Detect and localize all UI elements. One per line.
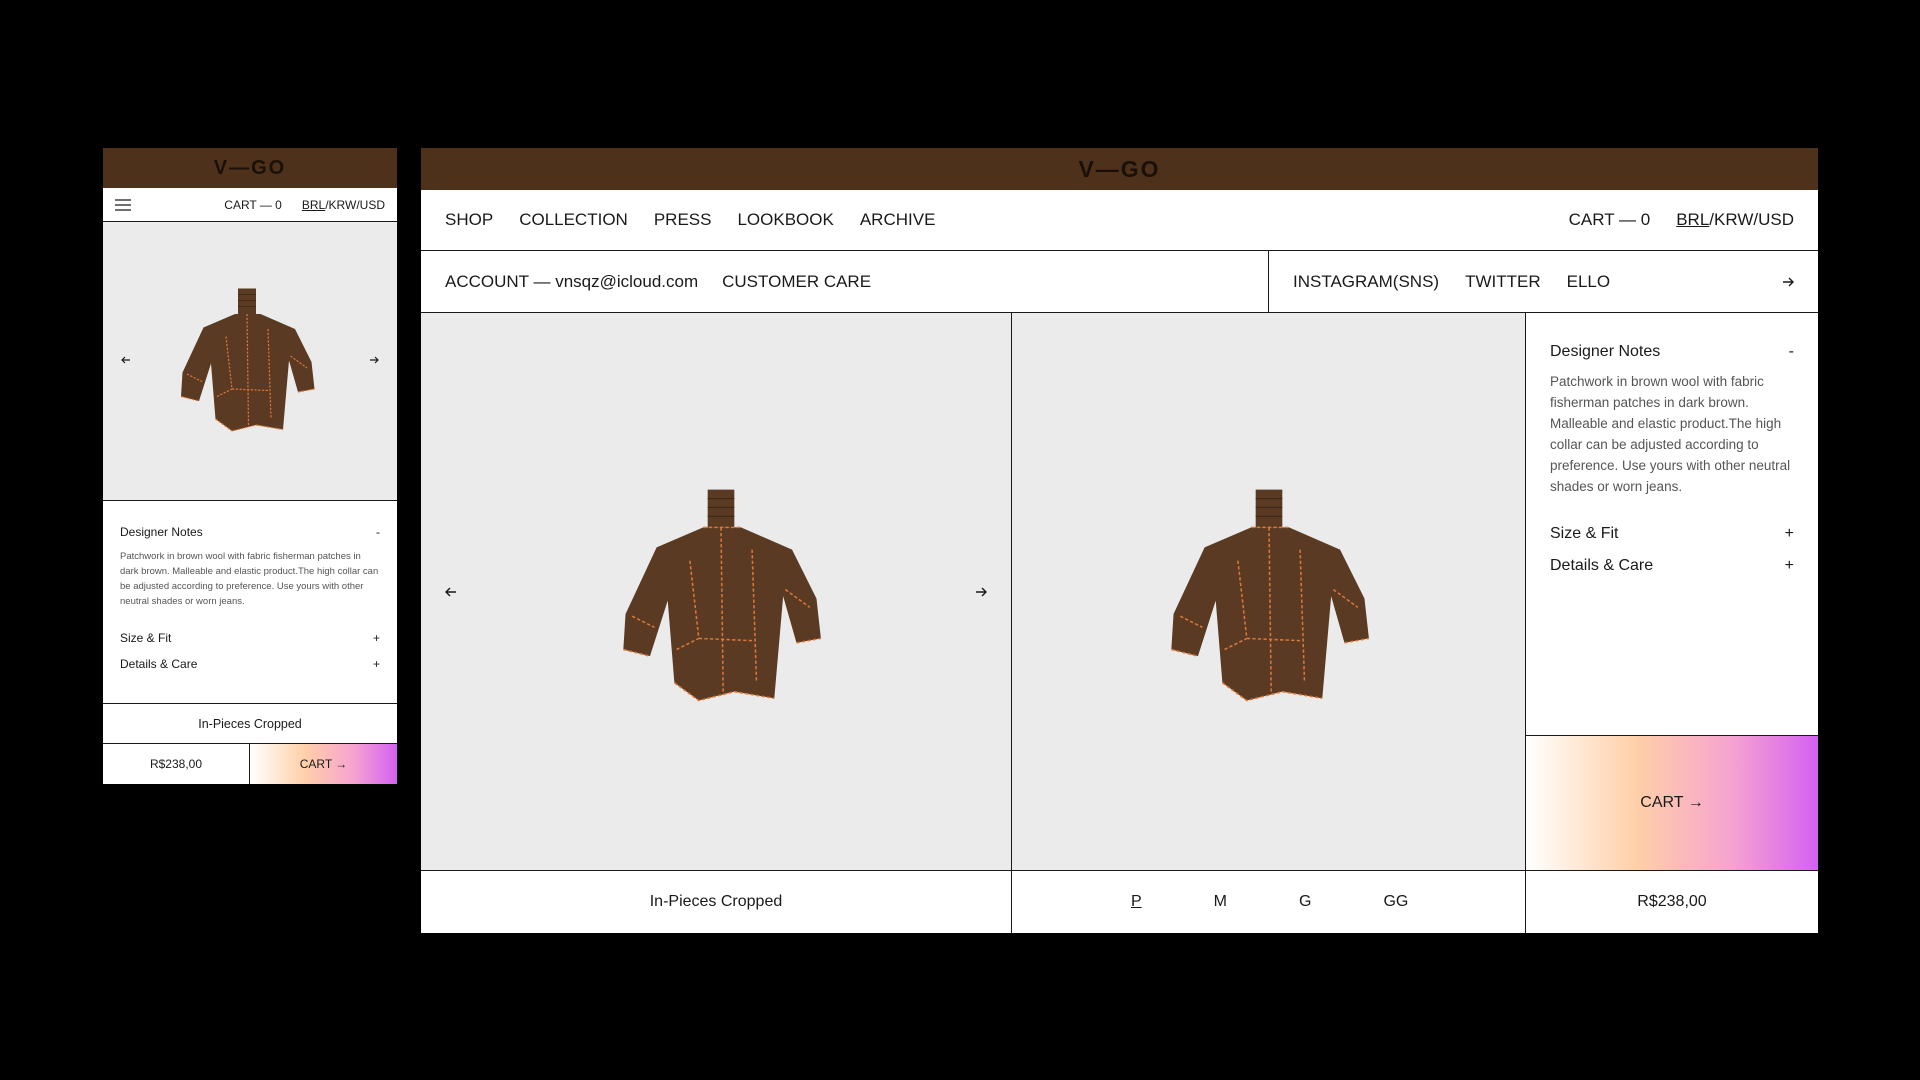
- product-image: [165, 284, 329, 434]
- ello-link[interactable]: ELLO: [1567, 272, 1610, 292]
- currency-brl[interactable]: BRL: [302, 198, 325, 212]
- mobile-mockup: V—GO CART — 0 BRL/KRW/USD Designer Notes…: [103, 148, 397, 784]
- instagram-link[interactable]: INSTAGRAM(SNS): [1293, 272, 1439, 292]
- expand-toggle[interactable]: +: [1785, 525, 1794, 543]
- product-image: [1149, 483, 1389, 705]
- add-to-cart-button[interactable]: CART →: [1526, 736, 1818, 871]
- product-price: R$238,00: [1526, 871, 1818, 933]
- arrow-right-icon[interactable]: [975, 587, 987, 597]
- nav-lookbook[interactable]: LOOKBOOK: [737, 210, 833, 230]
- cart-link[interactable]: CART — 0: [224, 198, 282, 212]
- details-care-header[interactable]: Details & Care +: [1550, 557, 1794, 575]
- product-name: In-Pieces Cropped: [198, 716, 302, 731]
- product-image: [601, 483, 841, 705]
- details-care-title: Details & Care: [120, 657, 198, 671]
- product-price: R$238,00: [103, 744, 250, 784]
- main-nav: SHOP COLLECTION PRESS LOOKBOOK ARCHIVE C…: [421, 190, 1818, 251]
- currency-selector[interactable]: BRL/KRW/USD: [302, 198, 385, 212]
- price-text: R$238,00: [1637, 893, 1707, 910]
- size-fit-header[interactable]: Size & Fit +: [120, 631, 380, 645]
- size-option-p[interactable]: P: [1131, 893, 1142, 911]
- designer-notes-body: Patchwork in brown wool with fabric fish…: [1550, 374, 1791, 494]
- account-area: ACCOUNT — vnsqz@icloud.com CUSTOMER CARE: [421, 251, 1269, 312]
- price-text: R$238,00: [149, 757, 203, 771]
- expand-toggle[interactable]: +: [1785, 557, 1794, 575]
- designer-notes-header[interactable]: Designer Notes -: [1550, 343, 1794, 361]
- mobile-product-name-bar: In-Pieces Cropped: [103, 704, 397, 744]
- arrow-right-icon[interactable]: [1782, 277, 1794, 287]
- cart-link[interactable]: CART — 0: [1569, 210, 1651, 230]
- add-to-cart-button[interactable]: CART →: [250, 744, 397, 784]
- desktop-brand-bar[interactable]: V—GO: [421, 148, 1818, 190]
- size-option-gg[interactable]: GG: [1383, 893, 1408, 911]
- size-fit-title: Size & Fit: [1550, 525, 1619, 542]
- size-option-g[interactable]: G: [1299, 893, 1311, 911]
- mobile-accordion: Designer Notes - Patchwork in brown wool…: [103, 501, 397, 704]
- customer-care-link[interactable]: CUSTOMER CARE: [722, 272, 871, 292]
- product-name-cell: In-Pieces Cropped: [421, 871, 1012, 933]
- nav-press[interactable]: PRESS: [654, 210, 712, 230]
- expand-toggle[interactable]: +: [373, 657, 380, 671]
- designer-notes-header[interactable]: Designer Notes -: [120, 525, 380, 539]
- nav-archive[interactable]: ARCHIVE: [860, 210, 936, 230]
- account-link[interactable]: ACCOUNT — vnsqz@icloud.com: [445, 272, 698, 292]
- designer-notes-title: Designer Notes: [120, 525, 203, 539]
- expand-toggle[interactable]: +: [373, 631, 380, 645]
- details-care-header[interactable]: Details & Care +: [120, 657, 380, 671]
- sub-nav: ACCOUNT — vnsqz@icloud.com CUSTOMER CARE…: [421, 251, 1818, 313]
- nav-collection[interactable]: COLLECTION: [519, 210, 628, 230]
- size-fit-header[interactable]: Size & Fit +: [1550, 525, 1794, 543]
- details-care-title: Details & Care: [1550, 557, 1654, 574]
- collapse-toggle[interactable]: -: [1789, 343, 1794, 361]
- product-section: Designer Notes - Patchwork in brown wool…: [421, 313, 1818, 871]
- collapse-toggle[interactable]: -: [376, 525, 380, 539]
- currency-others[interactable]: /KRW/USD: [1709, 210, 1794, 229]
- mobile-brand-bar[interactable]: V—GO: [103, 148, 397, 188]
- add-to-cart-label: CART →: [1640, 794, 1704, 811]
- product-gallery-main: [421, 313, 1012, 871]
- designer-notes-title: Designer Notes: [1550, 343, 1661, 360]
- mobile-product-gallery: [103, 222, 397, 501]
- social-links: INSTAGRAM(SNS) TWITTER ELLO: [1269, 251, 1818, 312]
- brand-logo[interactable]: V—GO: [214, 157, 286, 180]
- brand-logo[interactable]: V—GO: [1078, 156, 1160, 183]
- add-to-cart-label: CART →: [299, 757, 348, 771]
- menu-icon[interactable]: [115, 198, 131, 211]
- product-footer-bar: In-Pieces Cropped P M G GG R$238,00: [421, 871, 1818, 933]
- nav-shop[interactable]: SHOP: [445, 210, 493, 230]
- mobile-header: CART — 0 BRL/KRW/USD: [103, 188, 397, 222]
- product-gallery-secondary: [1012, 313, 1526, 871]
- designer-notes-body: Patchwork in brown wool with fabric fish…: [120, 551, 379, 607]
- mobile-buy-bar: R$238,00 CART →: [103, 744, 397, 784]
- twitter-link[interactable]: TWITTER: [1465, 272, 1541, 292]
- size-option-m[interactable]: M: [1214, 893, 1227, 911]
- product-details-panel: Designer Notes - Patchwork in brown wool…: [1526, 313, 1818, 871]
- accordion: Designer Notes - Patchwork in brown wool…: [1526, 313, 1818, 736]
- product-name: In-Pieces Cropped: [649, 893, 783, 910]
- currency-brl[interactable]: BRL: [1676, 210, 1709, 229]
- arrow-left-icon[interactable]: [445, 587, 457, 597]
- arrow-right-icon[interactable]: [369, 356, 379, 364]
- currency-selector[interactable]: BRL/KRW/USD: [1676, 210, 1794, 230]
- currency-others[interactable]: /KRW/USD: [325, 198, 385, 212]
- size-fit-title: Size & Fit: [120, 631, 172, 645]
- arrow-left-icon[interactable]: [121, 356, 131, 364]
- desktop-mockup: V—GO SHOP COLLECTION PRESS LOOKBOOK ARCH…: [421, 148, 1818, 933]
- size-selector: P M G GG: [1012, 871, 1526, 933]
